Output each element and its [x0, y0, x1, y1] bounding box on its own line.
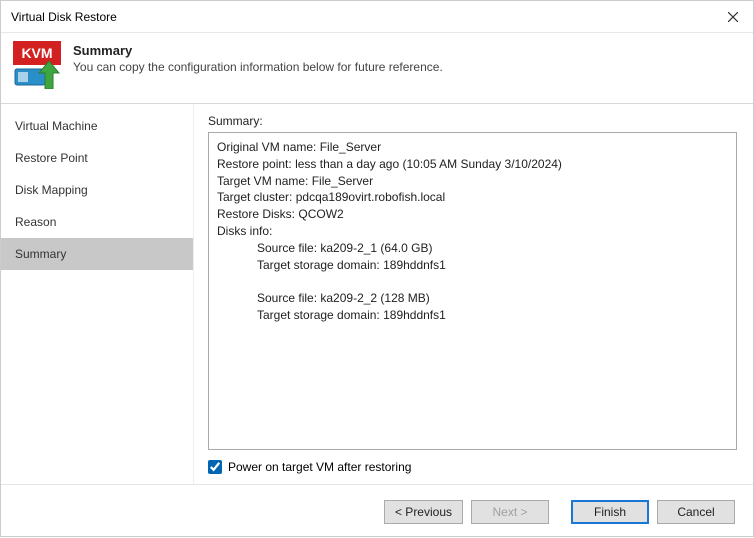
summary-textbox[interactable]: Original VM name: File_Server Restore po… — [208, 132, 737, 450]
summary-line: Target cluster: pdcqa189ovirt.robofish.l… — [217, 189, 728, 206]
kvm-restore-icon: KVM — [13, 41, 61, 89]
sidebar-item-reason[interactable]: Reason — [1, 206, 193, 238]
previous-button[interactable]: < Previous — [384, 500, 463, 524]
titlebar: Virtual Disk Restore — [1, 1, 753, 33]
next-button: Next > — [471, 500, 549, 524]
sidebar: Virtual Machine Restore Point Disk Mappi… — [1, 104, 194, 484]
finish-button[interactable]: Finish — [571, 500, 649, 524]
summary-line: Restore point: less than a day ago (10:0… — [217, 156, 728, 173]
summary-label: Summary: — [208, 114, 737, 128]
header-subtitle: You can copy the configuration informati… — [73, 60, 443, 74]
summary-line — [217, 273, 728, 290]
header-title: Summary — [73, 43, 443, 58]
summary-line: Target storage domain: 189hddnfs1 — [217, 257, 728, 274]
close-button[interactable] — [713, 1, 753, 33]
summary-line: Target VM name: File_Server — [217, 173, 728, 190]
window-title: Virtual Disk Restore — [11, 10, 117, 24]
sidebar-item-summary[interactable]: Summary — [1, 238, 193, 270]
cancel-button[interactable]: Cancel — [657, 500, 735, 524]
summary-line: Restore Disks: QCOW2 — [217, 206, 728, 223]
power-on-checkbox-row[interactable]: Power on target VM after restoring — [208, 460, 737, 474]
close-icon — [728, 12, 738, 22]
sidebar-item-disk-mapping[interactable]: Disk Mapping — [1, 174, 193, 206]
power-on-label: Power on target VM after restoring — [228, 460, 411, 474]
main-panel: Summary: Original VM name: File_Server R… — [194, 104, 753, 484]
summary-line: Source file: ka209-2_2 (128 MB) — [217, 290, 728, 307]
summary-line: Target storage domain: 189hddnfs1 — [217, 307, 728, 324]
power-on-checkbox[interactable] — [208, 460, 222, 474]
summary-line: Disks info: — [217, 223, 728, 240]
header: KVM Summary You can copy the configurati… — [1, 33, 753, 104]
sidebar-item-virtual-machine[interactable]: Virtual Machine — [1, 110, 193, 142]
footer: < Previous Next > Finish Cancel — [1, 484, 753, 538]
summary-line: Source file: ka209-2_1 (64.0 GB) — [217, 240, 728, 257]
summary-line: Original VM name: File_Server — [217, 139, 728, 156]
sidebar-item-restore-point[interactable]: Restore Point — [1, 142, 193, 174]
svg-text:KVM: KVM — [21, 45, 52, 61]
